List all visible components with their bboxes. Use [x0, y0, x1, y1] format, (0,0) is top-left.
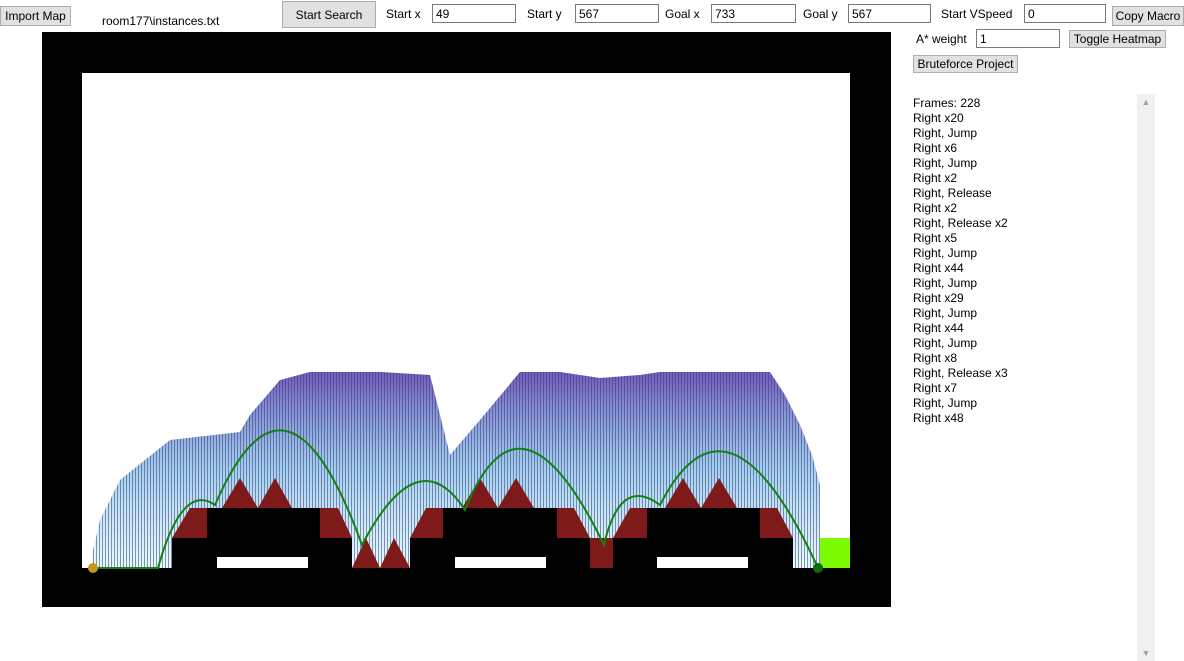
macro-line: Right x48 [913, 411, 964, 425]
goal-marker [813, 563, 823, 573]
toggle-heatmap-button[interactable]: Toggle Heatmap [1069, 30, 1166, 48]
macro-line: Right x5 [913, 231, 958, 245]
macro-line: Right, Release x3 [913, 366, 1008, 380]
macro-line: Right x6 [913, 141, 958, 155]
macro-line: Right, Jump [913, 396, 978, 410]
macro-scrollbar[interactable]: ▲ ▼ [1137, 94, 1155, 661]
macro-line: Right x44 [913, 261, 964, 275]
macro-line: Right, Release [913, 186, 992, 200]
macro-line: Right x2 [913, 201, 958, 215]
astar-weight-input[interactable] [976, 29, 1060, 48]
macro-line: Right, Jump [913, 336, 978, 350]
macro-line: Right x29 [913, 291, 964, 305]
macro-line: Right x8 [913, 351, 958, 365]
astar-weight-label: A* weight [916, 32, 967, 46]
copy-macro-button[interactable]: Copy Macro [1112, 6, 1184, 26]
macro-line: Right x2 [913, 171, 958, 185]
macro-line: Right x44 [913, 321, 964, 335]
macro-line: Right, Jump [913, 306, 978, 320]
macro-line: Right x20 [913, 111, 964, 125]
macro-line: Right, Jump [913, 156, 978, 170]
macro-line: Right, Jump [913, 276, 978, 290]
macro-output-list: Frames: 228 Right x20 Right, Jump Right x6 R… [913, 96, 1113, 426]
macro-line: Right, Jump [913, 126, 978, 140]
start-vspeed-label: Start VSpeed [941, 7, 1013, 21]
start-marker [88, 563, 98, 573]
bruteforce-project-button[interactable]: Bruteforce Project [913, 55, 1018, 73]
map-canvas[interactable] [0, 0, 900, 620]
macro-line: Frames: 228 [913, 96, 981, 110]
macro-line: Right, Jump [913, 246, 978, 260]
goal-zone [820, 538, 850, 568]
scroll-down-icon[interactable]: ▼ [1137, 645, 1155, 661]
start-vspeed-input[interactable] [1024, 4, 1106, 23]
macro-line: Right x7 [913, 381, 958, 395]
scroll-up-icon[interactable]: ▲ [1137, 94, 1155, 110]
terrain [172, 508, 793, 568]
macro-line: Right, Release x2 [913, 216, 1008, 230]
